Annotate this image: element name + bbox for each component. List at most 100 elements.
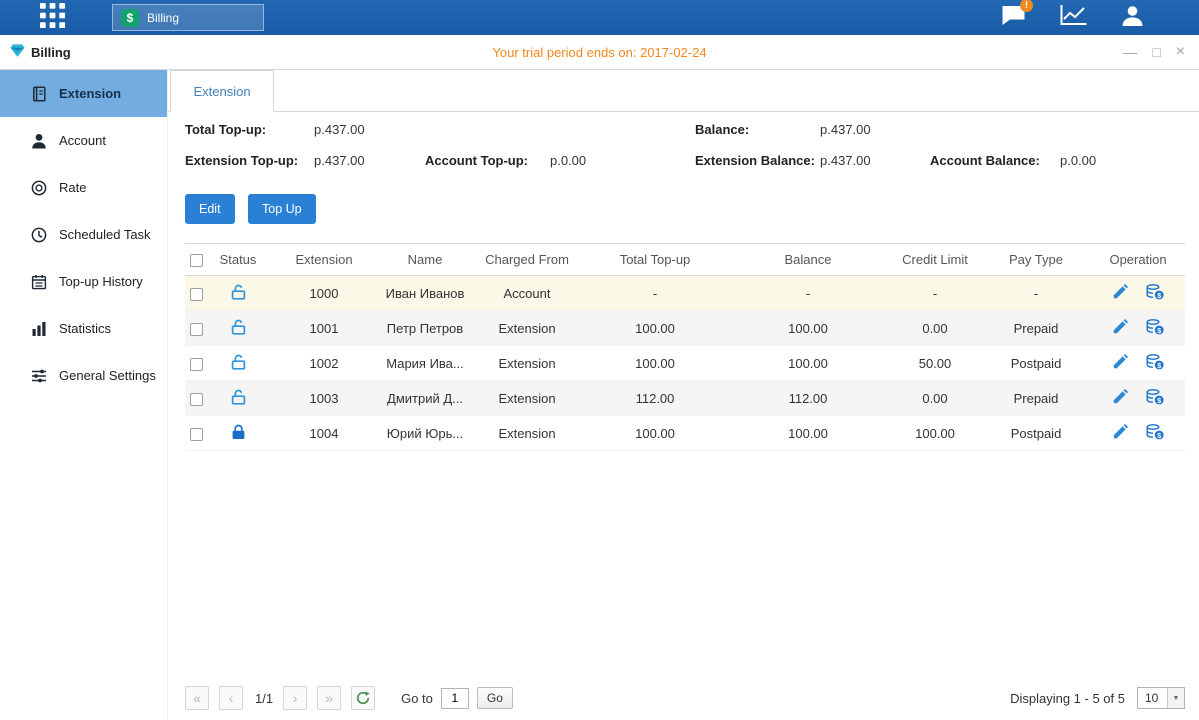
name-cell: Мария Ива... <box>379 346 471 381</box>
pay-type-cell: Postpaid <box>981 416 1091 451</box>
column-header-charged-from[interactable]: Charged From <box>471 244 583 276</box>
balance-cell: 100.00 <box>727 311 889 346</box>
balance-cell: 100.00 <box>727 416 889 451</box>
user-icon <box>1121 5 1144 31</box>
sidebar-item-statistics[interactable]: Statistics <box>0 305 167 352</box>
chart-icon <box>1060 5 1087 31</box>
edit-button[interactable]: Edit <box>185 194 235 224</box>
credit-limit-cell: 100.00 <box>889 416 981 451</box>
column-header-total-top-up[interactable]: Total Top-up <box>583 244 727 276</box>
extension-icon <box>31 86 48 102</box>
general-settings-icon <box>31 368 48 384</box>
sidebar-item-label: General Settings <box>59 368 156 383</box>
window-controls: — □ × <box>1123 44 1185 60</box>
sidebar-item-top-up-history[interactable]: Top-up History <box>0 258 167 305</box>
topup-icon[interactable]: $ <box>1146 319 1164 338</box>
billing-app-tab[interactable]: $ Billing <box>112 4 264 31</box>
row-checkbox[interactable] <box>190 358 203 371</box>
topup-icon[interactable]: $ <box>1146 389 1164 408</box>
top-up-button[interactable]: Top Up <box>248 194 316 224</box>
first-page-button[interactable]: « <box>185 686 209 710</box>
total-topup-label: Total Top-up: <box>185 122 266 137</box>
total-topup-cell: - <box>583 276 727 311</box>
minimize-button[interactable]: — <box>1123 45 1137 59</box>
notifications-button[interactable]: ! <box>1001 5 1026 31</box>
window-titlebar: Your trial period ends on: 2017-02-24 Bi… <box>0 35 1199 70</box>
trial-notice: Your trial period ends on: 2017-02-24 <box>0 45 1199 60</box>
app-grid-button[interactable] <box>38 4 66 32</box>
go-button[interactable]: Go <box>477 687 513 709</box>
column-header-balance[interactable]: Balance <box>727 244 889 276</box>
table-row[interactable]: 1002Мария Ива...Extension100.00100.0050.… <box>185 346 1185 381</box>
table-row[interactable]: 1000Иван ИвановAccount----$ <box>185 276 1185 311</box>
app-tab-label: Billing <box>147 11 179 25</box>
billing-logo-icon <box>10 43 25 61</box>
edit-icon[interactable] <box>1113 424 1128 442</box>
table-row[interactable]: 1003Дмитрий Д...Extension112.00112.000.0… <box>185 381 1185 416</box>
statistics-icon <box>31 321 48 337</box>
close-button[interactable]: × <box>1176 44 1185 60</box>
charged-from-cell: Account <box>471 276 583 311</box>
name-cell: Иван Иванов <box>379 276 471 311</box>
unlocked-icon <box>231 284 246 303</box>
column-header-extension[interactable]: Extension <box>269 244 379 276</box>
maximize-button[interactable]: □ <box>1152 45 1160 59</box>
chevron-down-icon: ▼ <box>1167 688 1184 708</box>
column-header-operation[interactable]: Operation <box>1091 244 1185 276</box>
prev-page-button[interactable]: ‹ <box>219 686 243 710</box>
row-checkbox[interactable] <box>190 288 203 301</box>
edit-icon[interactable] <box>1113 389 1128 407</box>
tab-extension[interactable]: Extension <box>170 70 274 112</box>
account-icon <box>31 133 48 149</box>
sidebar-item-scheduled-task[interactable]: Scheduled Task <box>0 211 167 258</box>
pay-type-cell: Prepaid <box>981 381 1091 416</box>
table-row[interactable]: 1004Юрий Юрь...Extension100.00100.00100.… <box>185 416 1185 451</box>
balance-value: p.437.00 <box>820 122 871 137</box>
extension-table: StatusExtensionNameCharged FromTotal Top… <box>185 243 1185 451</box>
notification-badge: ! <box>1020 0 1033 12</box>
monitor-button[interactable] <box>1060 5 1087 31</box>
user-menu-button[interactable] <box>1121 5 1144 31</box>
sidebar-item-rate[interactable]: Rate <box>0 164 167 211</box>
credit-limit-cell: 50.00 <box>889 346 981 381</box>
pay-type-cell: Postpaid <box>981 346 1091 381</box>
row-checkbox[interactable] <box>190 323 203 336</box>
pay-type-cell: Prepaid <box>981 311 1091 346</box>
edit-icon[interactable] <box>1113 284 1128 302</box>
total-topup-value: p.437.00 <box>314 122 365 137</box>
goto-page-input[interactable] <box>441 688 469 709</box>
topup-icon[interactable]: $ <box>1146 424 1164 443</box>
column-header-name[interactable]: Name <box>379 244 471 276</box>
column-header-pay-type[interactable]: Pay Type <box>981 244 1091 276</box>
last-page-button[interactable]: » <box>317 686 341 710</box>
pay-type-cell: - <box>981 276 1091 311</box>
dollar-icon: $ <box>121 9 139 27</box>
sidebar-item-account[interactable]: Account <box>0 117 167 164</box>
sidebar-item-general-settings[interactable]: General Settings <box>0 352 167 399</box>
column-header-credit-limit[interactable]: Credit Limit <box>889 244 981 276</box>
summary-row-2: Extension Top-up: p.437.00 Account Top-u… <box>168 153 1199 169</box>
total-topup-cell: 100.00 <box>583 416 727 451</box>
window-title-text: Billing <box>31 45 71 60</box>
page-size-select[interactable]: 10 ▼ <box>1137 687 1185 709</box>
topup-icon[interactable]: $ <box>1146 284 1164 303</box>
charged-from-cell: Extension <box>471 346 583 381</box>
table-row[interactable]: 1001Петр ПетровExtension100.00100.000.00… <box>185 311 1185 346</box>
select-all-checkbox[interactable] <box>190 254 203 267</box>
next-page-button[interactable]: › <box>283 686 307 710</box>
topup-icon[interactable]: $ <box>1146 354 1164 373</box>
column-header-status[interactable]: Status <box>207 244 269 276</box>
row-checkbox[interactable] <box>190 428 203 441</box>
refresh-button[interactable] <box>351 686 375 710</box>
credit-limit-cell: 0.00 <box>889 381 981 416</box>
goto-group: Go to Go <box>401 687 513 709</box>
edit-icon[interactable] <box>1113 354 1128 372</box>
scheduled-task-icon <box>31 227 48 243</box>
row-checkbox[interactable] <box>190 393 203 406</box>
pagination-bar: « ‹ 1/1 › » Go to Go Displaying 1 - 5 of… <box>185 684 1185 712</box>
page-indicator: 1/1 <box>255 691 273 706</box>
edit-icon[interactable] <box>1113 319 1128 337</box>
name-cell: Дмитрий Д... <box>379 381 471 416</box>
sidebar-item-extension[interactable]: Extension <box>0 70 167 117</box>
sidebar-item-label: Rate <box>59 180 86 195</box>
